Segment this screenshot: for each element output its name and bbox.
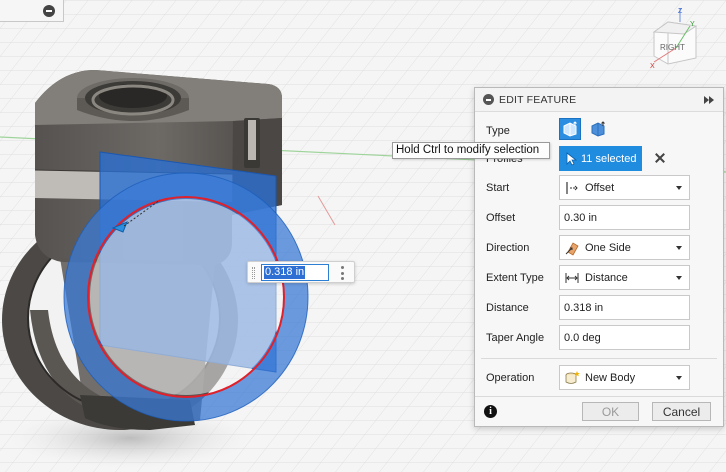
extrude-type-solid-button[interactable] (559, 118, 581, 140)
edit-feature-panel: EDIT FEATURE Type Profiles 11 selected S… (474, 87, 724, 427)
extent-type-dropdown[interactable]: Distance (559, 265, 690, 290)
row-type: Type (475, 118, 723, 144)
expand-panel-icon[interactable] (703, 95, 717, 105)
collapse-icon[interactable] (43, 5, 55, 17)
distance-value: 0.318 in (564, 301, 604, 314)
operation-dropdown[interactable]: New Body (559, 365, 690, 390)
profiles-selection-count: 11 selected (581, 152, 637, 165)
view-cube-graphic: RIGHT Y X Z (650, 8, 698, 70)
extrude-thin-icon (591, 121, 605, 137)
dimension-value: 0.318 in (264, 266, 306, 279)
footer-divider (475, 396, 723, 397)
view-cube[interactable]: RIGHT Y X Z (640, 4, 724, 74)
selection-tooltip: Hold Ctrl to modify selection (392, 142, 550, 159)
cancel-button[interactable]: Cancel (652, 402, 711, 421)
extrude-type-thin-button[interactable] (587, 118, 609, 140)
chevron-down-icon (676, 276, 682, 280)
browser-panel-collapsed[interactable] (0, 0, 64, 22)
row-start: Start Offset (475, 175, 723, 201)
chevron-down-icon (676, 186, 682, 190)
view-cube-axis-y: Y (690, 21, 695, 28)
dimension-input-box[interactable]: 0.318 in (247, 261, 355, 283)
offset-value: 0.30 in (564, 211, 598, 224)
offset-label: Offset (486, 212, 516, 224)
start-dropdown[interactable]: Offset (559, 175, 690, 200)
row-extent-type: Extent Type Distance (475, 265, 723, 291)
chevron-down-icon (676, 246, 682, 250)
row-operation: Operation New Body (475, 365, 723, 391)
distance-extent-icon (565, 272, 579, 283)
distance-dimension-input[interactable]: 0.318 in (261, 264, 329, 281)
new-body-icon (565, 370, 580, 384)
more-options-icon[interactable] (340, 266, 344, 280)
row-direction: Direction One Side (475, 235, 723, 261)
taper-angle-value: 0.0 deg (564, 331, 601, 344)
ok-button[interactable]: OK (582, 402, 639, 421)
clear-selection-icon[interactable] (653, 151, 667, 165)
start-value: Offset (585, 181, 615, 194)
info-icon[interactable]: i (484, 405, 497, 418)
chevron-down-icon (676, 376, 682, 380)
cursor-arrow-icon (566, 151, 577, 166)
offset-start-icon (566, 181, 578, 194)
collapse-panel-icon[interactable] (483, 94, 494, 105)
profiles-selection-button[interactable]: 11 selected (559, 146, 642, 171)
distance-label: Distance (486, 302, 529, 314)
panel-footer: i OK Cancel (475, 399, 723, 427)
extent-type-label: Extent Type (486, 272, 544, 284)
taper-angle-label: Taper Angle (486, 332, 545, 344)
distance-input[interactable]: 0.318 in (559, 295, 690, 320)
extrude-solid-icon (563, 121, 577, 137)
direction-value: One Side (585, 241, 631, 254)
panel-divider (481, 358, 717, 359)
extent-type-value: Distance (585, 271, 628, 284)
view-cube-face-label: RIGHT (660, 43, 685, 52)
direction-dropdown[interactable]: One Side (559, 235, 690, 260)
taper-angle-input[interactable]: 0.0 deg (559, 325, 690, 350)
view-cube-axis-z: Z (678, 8, 683, 15)
operation-value: New Body (585, 371, 636, 384)
type-label: Type (486, 125, 510, 137)
direction-label: Direction (486, 242, 530, 254)
panel-title: EDIT FEATURE (499, 93, 577, 106)
offset-input[interactable]: 0.30 in (559, 205, 690, 230)
start-label: Start (486, 182, 510, 194)
row-taper-angle: Taper Angle 0.0 deg (475, 325, 723, 351)
drag-handle-icon[interactable] (252, 267, 255, 279)
operation-label: Operation (486, 372, 535, 384)
panel-header[interactable]: EDIT FEATURE (475, 88, 723, 112)
row-offset: Offset 0.30 in (475, 205, 723, 231)
one-side-direction-icon (565, 241, 579, 256)
view-cube-axis-x: X (650, 63, 655, 70)
row-distance: Distance 0.318 in (475, 295, 723, 321)
